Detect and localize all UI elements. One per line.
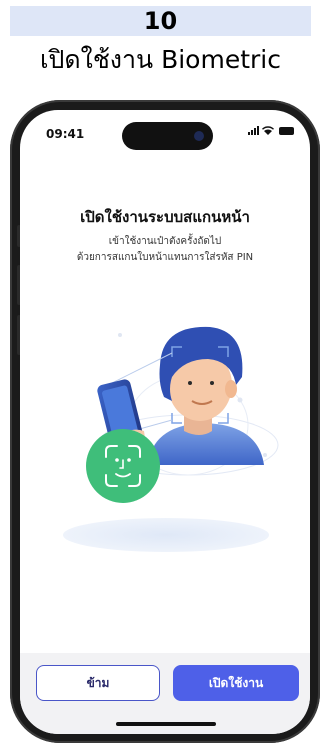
face-scan-icon [86, 429, 160, 503]
subtitle-line-1: เข้าใช้งานเป๋าตังครั้งถัดไป [108, 236, 222, 247]
front-camera [194, 131, 204, 141]
screen-caption: เปิดใช้งาน Biometric [39, 45, 281, 74]
dynamic-island [122, 122, 213, 150]
wifi-icon [262, 126, 274, 135]
home-indicator[interactable] [116, 722, 216, 726]
status-icons [248, 126, 294, 135]
enable-button[interactable]: เปิดใช้งาน [173, 665, 299, 701]
step-banner: 10 [10, 6, 311, 36]
battery-icon [279, 127, 294, 135]
bottom-action-bar: ข้าม เปิดใช้งาน [20, 653, 310, 734]
status-time: 09:41 [46, 127, 85, 141]
face-scan-illustration [63, 326, 279, 552]
phone-screen: 09:41 เปิดใช้งานระบบสแกนหน้า เข้าใช้งานเ… [20, 110, 310, 734]
ground-shadow [63, 518, 269, 552]
skip-button[interactable]: ข้าม [36, 665, 160, 701]
step-number: 10 [143, 7, 178, 35]
page-title: เปิดใช้งานระบบสแกนหน้า [80, 208, 250, 226]
subtitle-line-2: ด้วยการสแกนใบหน้าแทนการใส่รหัส PIN [76, 252, 254, 263]
signal-icon [248, 126, 259, 135]
